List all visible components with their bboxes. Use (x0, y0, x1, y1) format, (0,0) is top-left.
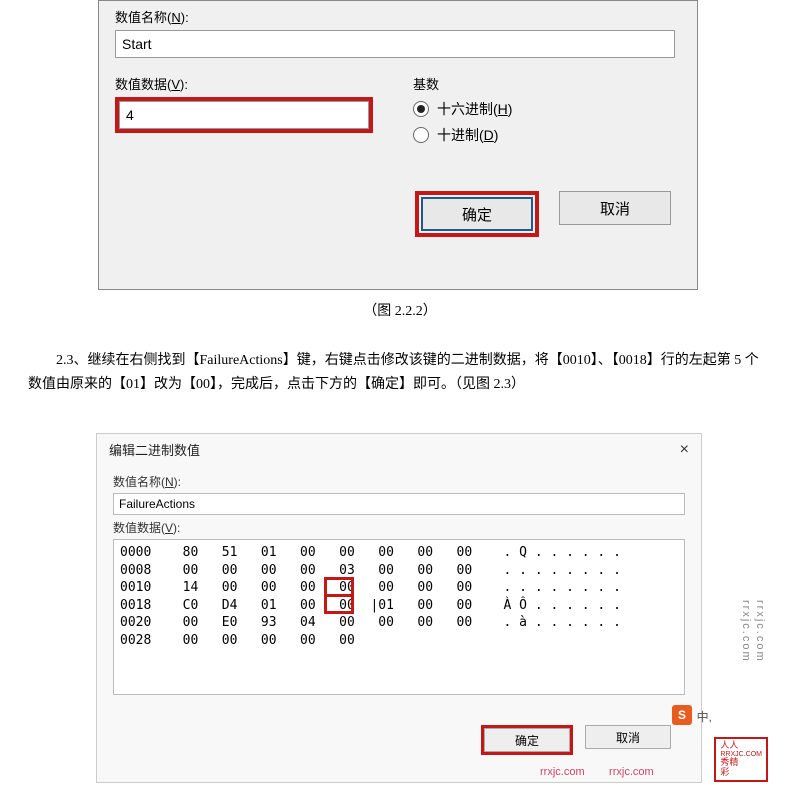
cancel-button[interactable]: 取消 (585, 725, 671, 749)
hex-row: 0010 14 00 00 00 00 00 00 00 . . . . . .… (120, 579, 678, 597)
highlight-data-input (115, 97, 373, 133)
hex-editor[interactable]: 0000 80 51 01 00 00 00 00 00 . Q . . . .… (113, 539, 685, 695)
edit-binary-dialog: 编辑二进制数值 × 数值名称(N): 数值数据(V): 0000 80 51 0… (96, 433, 702, 783)
value-name-label: 数值名称(N): (113, 473, 685, 490)
figure-caption-222: （图 2.2.2） (0, 300, 800, 320)
radix-dec-option[interactable]: 十进制(D) (413, 125, 681, 145)
ok-button[interactable]: 确定 (484, 728, 570, 752)
value-name-input[interactable] (115, 30, 675, 58)
ime-text: 中, (697, 708, 712, 725)
hex-row: 0028 00 00 00 00 00 (120, 632, 678, 650)
value-name-label: 数值名称(N): (115, 7, 681, 26)
hex-row: 0008 00 00 00 00 03 00 00 00 . . . . . .… (120, 562, 678, 580)
value-data-input[interactable] (119, 101, 369, 129)
watermark-logo: 人人 RRXJC.COM 秀精 彩 (714, 737, 768, 782)
value-name-input[interactable] (113, 493, 685, 515)
highlight-ok-button: 确定 (415, 191, 539, 237)
ime-badge-icon: S (672, 705, 692, 725)
radix-label: 基数 (413, 74, 681, 93)
hex-row: 0000 80 51 01 00 00 00 00 00 . Q . . . .… (120, 544, 678, 562)
dialog-title: 编辑二进制数值 (109, 440, 200, 459)
hex-row: 0020 00 E0 93 04 00 00 00 00 . à . . . .… (120, 614, 678, 632)
value-data-label: 数值数据(V): (113, 519, 685, 536)
highlight-ok-button: 确定 (481, 725, 573, 755)
watermark-site: rrxjc.com (740, 600, 752, 663)
radix-hex-label: 十六进制(H) (437, 99, 512, 119)
value-data-label: 数值数据(V): (115, 74, 373, 93)
radio-icon (413, 127, 429, 143)
hex-row: 0018 C0 D4 01 00 00 |01 00 00 À Ô . . . … (120, 597, 678, 615)
edit-dword-dialog: 数值名称(N): 数值数据(V): 基数 十六进制(H) 十进制 (98, 0, 698, 290)
radix-hex-option[interactable]: 十六进制(H) (413, 99, 681, 119)
highlight-byte-0018 (324, 594, 354, 614)
close-icon[interactable]: × (680, 441, 689, 459)
cancel-button[interactable]: 取消 (559, 191, 671, 225)
watermark-site: rrxjc.com (754, 600, 766, 663)
ok-button[interactable]: 确定 (421, 197, 533, 231)
radio-icon (413, 101, 429, 117)
radix-dec-label: 十进制(D) (437, 125, 498, 145)
article-paragraph: 2.3、继续在右侧找到【FailureActions】键，右键点击修改该键的二进… (28, 349, 772, 397)
watermark-bottom: rrxjc.com rrxjc.com (540, 766, 654, 778)
